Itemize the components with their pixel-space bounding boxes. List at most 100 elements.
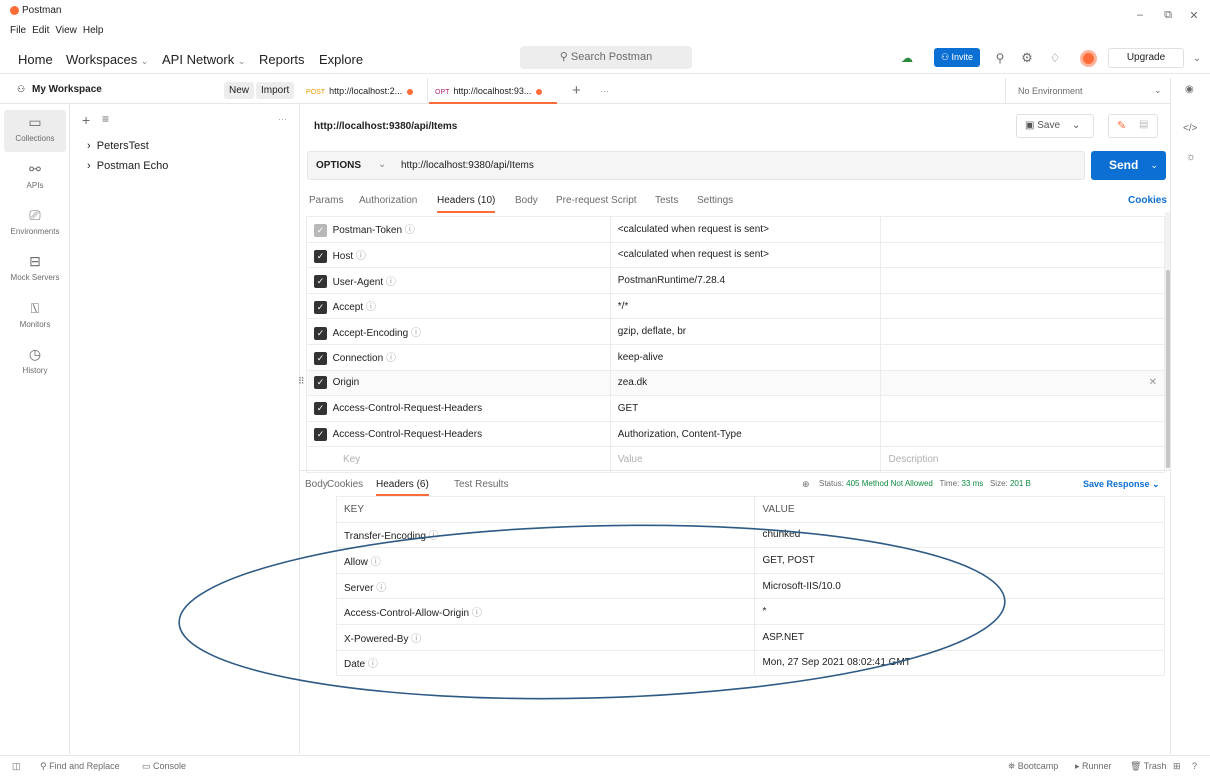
rail-environments[interactable]: ⎚ Environments (0, 207, 70, 236)
tab-authorization[interactable]: Authorization (359, 195, 417, 206)
header-value[interactable]: zea.dk (609, 369, 882, 397)
tab-settings[interactable]: Settings (697, 195, 733, 206)
find-replace-button[interactable]: ⚲ Find and Replace (40, 761, 120, 772)
bootcamp-button[interactable]: ⛯ Bootcamp (1008, 761, 1058, 772)
checkbox[interactable]: ✓ (314, 326, 327, 340)
info-icon[interactable]: ⓘ (376, 583, 386, 594)
new-value-input[interactable]: Value (609, 446, 882, 473)
nav-api-network[interactable]: API Network ⌄ (162, 52, 245, 67)
tab-tests[interactable]: Tests (655, 195, 678, 206)
help-icon[interactable]: ? (1192, 761, 1197, 771)
response-tab-test-results[interactable]: Test Results (454, 479, 508, 490)
info-icon[interactable]: ⓘ (386, 353, 396, 364)
restore-button[interactable]: ⧉ (1158, 6, 1178, 24)
header-value[interactable]: keep-alive (609, 343, 882, 371)
response-tab-headers[interactable]: Headers (6) (376, 479, 429, 496)
rail-apis[interactable]: ⚯ APIs (0, 161, 70, 190)
new-key-input[interactable]: Key (306, 446, 611, 473)
info-icon[interactable]: ⓘ (472, 608, 482, 619)
info-icon[interactable]: ⓘ (366, 302, 376, 313)
upgrade-button[interactable]: Upgrade (1108, 48, 1184, 68)
header-value[interactable]: gzip, deflate, br (609, 318, 882, 345)
checkbox[interactable]: ✓ (314, 427, 327, 441)
cookies-link[interactable]: Cookies (1128, 195, 1167, 206)
menu-edit[interactable]: Edit (32, 25, 49, 36)
notification-bell-icon[interactable]: ♢ (1046, 49, 1064, 67)
rail-collections[interactable]: ▭ Collections (0, 114, 70, 143)
sync-icon[interactable]: ☁ (898, 49, 916, 67)
satellite-icon[interactable]: ⚲ (991, 49, 1009, 67)
drag-handle-icon[interactable]: ⠿ (298, 376, 305, 387)
checkbox[interactable]: ✓ (314, 224, 327, 238)
import-button[interactable]: Import (256, 82, 295, 99)
header-description[interactable] (880, 292, 1165, 320)
runner-button[interactable]: ▸ Runner (1075, 761, 1112, 772)
menu-view[interactable]: View (55, 25, 77, 36)
header-description[interactable] (880, 343, 1165, 371)
nav-explore[interactable]: Explore (319, 52, 363, 67)
header-description[interactable]: ✕ (880, 369, 1165, 397)
info-icon[interactable]: ⓘ (386, 277, 396, 288)
tab-post[interactable]: POST http://localhost:2... (300, 78, 428, 104)
info-icon[interactable]: ⓘ (371, 557, 381, 568)
layout-icon[interactable]: ⊞ (1173, 761, 1181, 772)
settings-gear-icon[interactable]: ⚙ (1018, 49, 1036, 67)
info-icon[interactable]: ⓘ (411, 634, 421, 645)
eye-icon[interactable]: ◉ (1185, 84, 1194, 95)
avatar[interactable] (1080, 50, 1097, 67)
more-options-icon[interactable]: ··· (278, 114, 287, 124)
menu-file[interactable]: File (10, 25, 26, 36)
checkbox[interactable]: ✓ (314, 376, 327, 390)
header-description[interactable] (880, 267, 1165, 294)
invite-button[interactable]: ⚇ Invite (934, 48, 980, 67)
chevron-down-icon[interactable]: ⌄ (378, 159, 386, 170)
environment-selector[interactable]: No Environment ⌄ (1005, 78, 1170, 104)
tab-body[interactable]: Body (515, 195, 538, 206)
documentation-icon[interactable]: ▤ (1139, 119, 1148, 130)
header-value[interactable]: <calculated when request is sent> (609, 241, 882, 269)
header-description[interactable] (880, 395, 1165, 422)
view-mode-toggle[interactable]: ✎ ▤ (1108, 114, 1158, 138)
header-description[interactable] (880, 420, 1165, 448)
checkbox[interactable]: ✓ (314, 352, 327, 366)
info-icon[interactable]: ⓘ (429, 531, 439, 542)
request-name[interactable]: http://localhost:9380/api/Items (314, 121, 457, 132)
info-icon[interactable]: ⓘ (405, 225, 415, 236)
collection-item[interactable]: › Postman Echo (87, 160, 168, 172)
header-value[interactable]: */* (609, 292, 882, 320)
save-button[interactable]: ▣ Save ⌄ (1016, 114, 1094, 138)
checkbox[interactable]: ✓ (314, 401, 327, 415)
upgrade-chevron-icon[interactable]: ⌄ (1188, 49, 1206, 67)
toggle-sidebar-icon[interactable]: ◫ (12, 761, 21, 772)
add-collection-icon[interactable]: + (82, 112, 90, 128)
nav-home[interactable]: Home (18, 52, 53, 67)
new-button[interactable]: New (224, 82, 255, 99)
info-icon[interactable]: ⓘ (356, 251, 366, 262)
workspace-name[interactable]: My Workspace (32, 84, 102, 95)
header-description[interactable] (880, 241, 1165, 269)
console-button[interactable]: ▭ Console (142, 761, 186, 772)
method-select[interactable]: OPTIONS (316, 160, 361, 171)
info-icon[interactable]: ⓘ (368, 659, 378, 670)
rail-mock-servers[interactable]: ⊟ Mock Servers (0, 253, 70, 282)
checkbox[interactable]: ✓ (314, 275, 327, 289)
url-input[interactable]: http://localhost:9380/api/Items (401, 160, 534, 171)
header-description[interactable] (880, 318, 1165, 345)
tab-headers[interactable]: Headers (10) (437, 195, 496, 213)
scrollbar[interactable] (1166, 270, 1170, 468)
save-response-button[interactable]: Save Response ⌄ (1083, 479, 1160, 490)
trash-button[interactable]: 🗑 Trash (1130, 761, 1166, 772)
close-window-button[interactable]: ✕ (1184, 6, 1204, 24)
code-icon[interactable]: </> (1183, 123, 1197, 134)
nav-reports[interactable]: Reports (259, 52, 305, 67)
response-tab-cookies[interactable]: Cookies (327, 479, 363, 490)
new-tab-icon[interactable]: + (572, 82, 581, 99)
tab-pre-request-script[interactable]: Pre-request Script (556, 195, 637, 206)
header-value[interactable]: PostmanRuntime/7.28.4 (609, 267, 882, 294)
nav-workspaces[interactable]: Workspaces ⌄ (66, 52, 148, 67)
search-input[interactable]: ⚲ Search Postman (520, 46, 692, 69)
edit-pencil-icon[interactable]: ✎ (1117, 119, 1126, 132)
new-description-input[interactable]: Description (880, 446, 1165, 473)
header-value[interactable]: Authorization, Content-Type (609, 420, 882, 448)
collection-item[interactable]: › PetersTest (87, 140, 149, 152)
